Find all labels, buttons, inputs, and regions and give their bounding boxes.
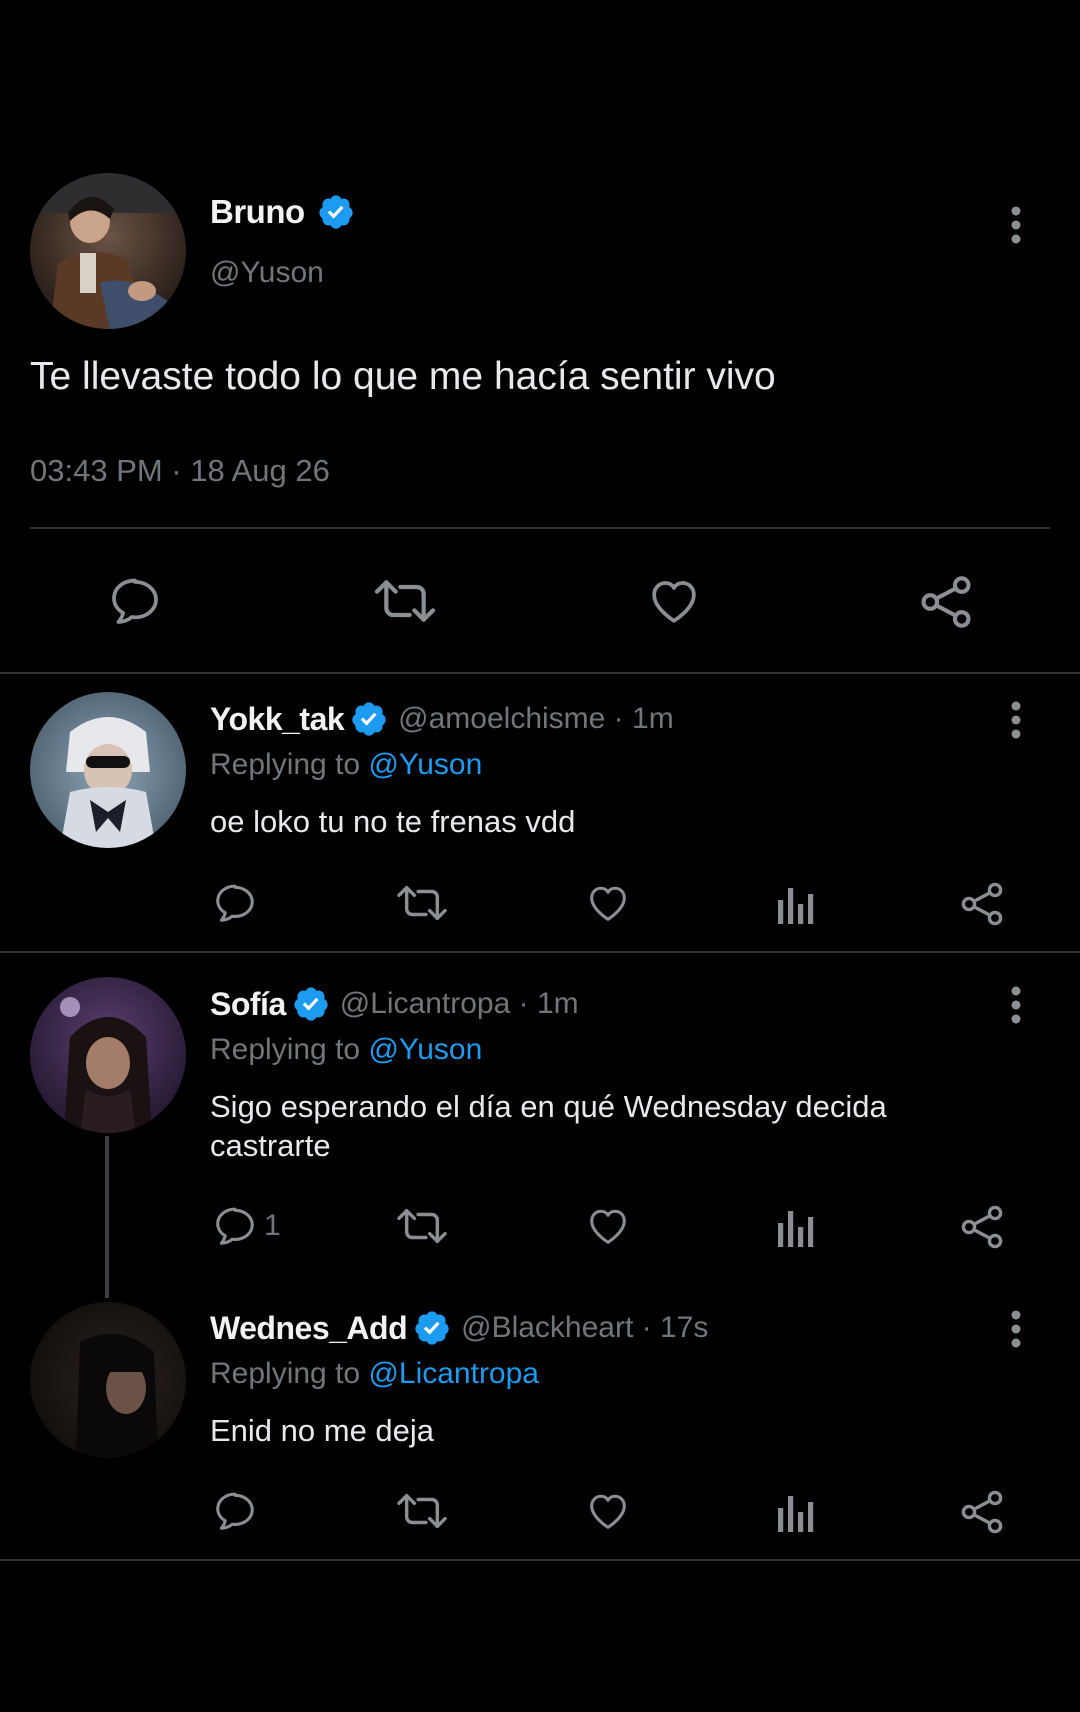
replying-prefix: Replying to <box>210 748 361 781</box>
avatar[interactable] <box>30 1302 186 1458</box>
divider <box>0 1559 1080 1561</box>
reply-text: Enid no me deja <box>210 1413 435 1448</box>
main-tweet: Bruno @Yuson Te llevaste todo lo que me … <box>0 0 1080 674</box>
verified-badge-icon <box>292 985 330 1023</box>
reply-icon[interactable] <box>107 573 163 629</box>
reply-text: oe loko tu no te frenas vdd <box>210 804 576 839</box>
replying-to: Replying to @Yuson <box>210 1033 482 1067</box>
thread-line <box>105 1136 109 1298</box>
reply-text: Sigo esperando el día en qué Wednesday d… <box>210 1089 887 1163</box>
replying-to: Replying to @Yuson <box>210 748 482 782</box>
verified-badge-icon <box>317 193 355 231</box>
mention-link[interactable]: @Licantropa <box>368 1357 539 1390</box>
replying-to: Replying to @Licantropa <box>210 1357 539 1391</box>
reply-header[interactable]: Yokk_tak @amoelchisme · 1m <box>210 700 674 738</box>
like-icon[interactable] <box>585 1488 631 1534</box>
divider <box>30 527 1050 529</box>
display-name[interactable]: Bruno <box>210 193 305 231</box>
like-icon[interactable] <box>585 1203 631 1249</box>
more-options-icon[interactable] <box>1009 1309 1023 1349</box>
share-icon[interactable] <box>958 1488 1006 1536</box>
like-icon[interactable] <box>585 880 631 926</box>
display-name[interactable]: Wednes_Add <box>210 1310 408 1347</box>
handle-and-time: @Licantropa · 1m <box>339 987 579 1020</box>
display-name[interactable]: Sofía <box>210 986 286 1023</box>
retweet-icon[interactable] <box>395 880 449 926</box>
display-name-row[interactable]: Bruno <box>210 193 355 231</box>
avatar[interactable] <box>30 977 186 1133</box>
divider <box>0 672 1080 674</box>
verified-badge-icon <box>413 1309 451 1347</box>
reply-icon[interactable] <box>212 1488 264 1534</box>
handle-and-time: @Blackheart · 17s <box>461 1311 709 1344</box>
replying-prefix: Replying to <box>210 1357 361 1390</box>
replying-prefix: Replying to <box>210 1033 361 1066</box>
mention-link[interactable]: @Yuson <box>368 748 482 781</box>
retweet-icon[interactable] <box>395 1488 449 1534</box>
tweet-text: Te llevaste todo lo que me hacía sentir … <box>30 355 776 398</box>
handle-and-time: @amoelchisme · 1m <box>398 702 674 735</box>
verified-badge-icon <box>350 700 388 738</box>
reply-count: 1 <box>264 1209 281 1242</box>
views-icon[interactable] <box>776 1490 816 1532</box>
share-icon[interactable] <box>958 880 1006 928</box>
retweet-icon[interactable] <box>395 1203 449 1249</box>
views-icon[interactable] <box>776 882 816 924</box>
share-icon[interactable] <box>917 573 975 631</box>
handle[interactable]: @Yuson <box>210 256 324 290</box>
more-options-icon[interactable] <box>1009 205 1023 245</box>
divider <box>0 951 1080 953</box>
retweet-icon[interactable] <box>372 573 438 629</box>
reply-icon[interactable] <box>212 880 264 926</box>
tweet-timestamp: 03:43 PM · 18 Aug 26 <box>30 453 330 488</box>
avatar[interactable] <box>30 692 186 848</box>
more-options-icon[interactable] <box>1009 700 1023 740</box>
share-icon[interactable] <box>958 1203 1006 1251</box>
reply-header[interactable]: Wednes_Add @Blackheart · 17s <box>210 1309 708 1347</box>
avatar[interactable] <box>30 173 186 329</box>
like-icon[interactable] <box>646 573 702 629</box>
reply-icon[interactable]: 1 <box>212 1203 281 1249</box>
more-options-icon[interactable] <box>1009 985 1023 1025</box>
reply-header[interactable]: Sofía @Licantropa · 1m <box>210 985 579 1023</box>
mention-link[interactable]: @Yuson <box>368 1033 482 1066</box>
views-icon[interactable] <box>776 1205 816 1247</box>
display-name[interactable]: Yokk_tak <box>210 701 345 738</box>
